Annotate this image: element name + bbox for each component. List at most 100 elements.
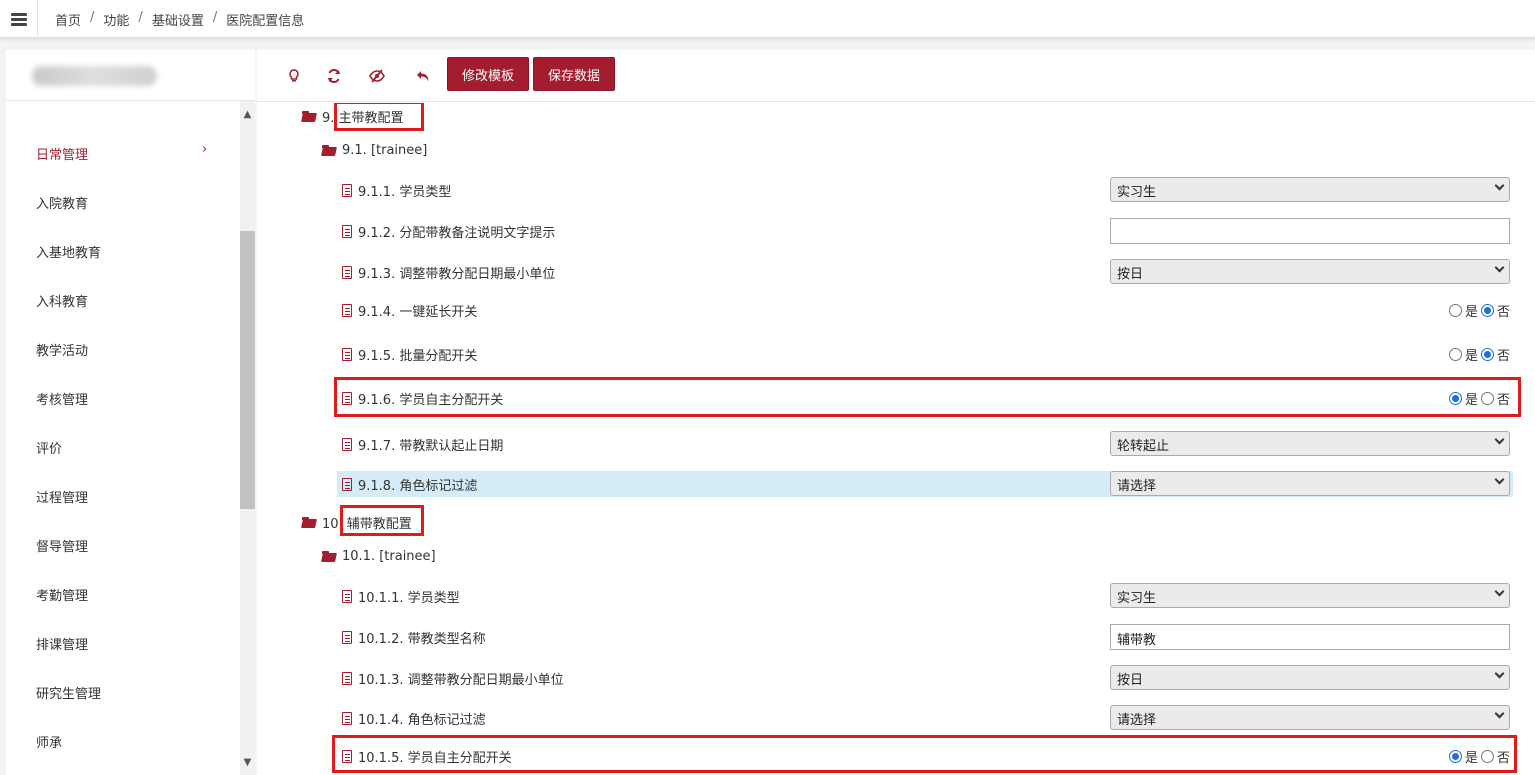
breadcrumb-home[interactable]: 首页: [55, 10, 81, 29]
logo: [32, 66, 157, 86]
role-filter-select[interactable]: 请选择: [1110, 705, 1510, 730]
date-unit-select[interactable]: 按日: [1110, 665, 1510, 690]
select-value: 实习生: [1117, 591, 1157, 606]
sidebar-item-base-education[interactable]: 入基地教育: [36, 242, 101, 261]
sidebar-item-daily-management[interactable]: 日常管理: [36, 144, 88, 163]
top-bar: 首页 / 功能 / 基础设置 / 医院配置信息: [0, 0, 1535, 38]
role-filter-select[interactable]: 请选择: [1110, 471, 1510, 496]
sidebar-item-hospital-education[interactable]: 入院教育: [36, 193, 88, 212]
file-icon: [342, 266, 352, 279]
sidebar-item-teaching-activity[interactable]: 教学活动: [36, 340, 88, 359]
config-row: 10.1.3. 调整带教分配日期最小单位 按日: [257, 665, 1535, 691]
breadcrumb-current: 医院配置信息: [226, 14, 305, 29]
chevron-down-icon: [1494, 586, 1505, 597]
default-date-select[interactable]: 轮转起止: [1110, 431, 1510, 456]
sidebar-item-mentorship[interactable]: 师承: [36, 732, 62, 751]
radio-group: 是 否: [1448, 389, 1510, 408]
config-row: 9.1.5. 批量分配开关 是 否: [257, 341, 1535, 367]
select-value: 实习生: [1117, 185, 1157, 200]
file-icon: [342, 750, 352, 763]
sidebar-item-graduate[interactable]: 研究生管理: [36, 683, 101, 702]
sidebar-item-process[interactable]: 过程管理: [36, 487, 88, 506]
config-row: 9.1.1. 学员类型 实习生: [257, 177, 1535, 203]
config-row: 9.1.4. 一键延长开关 是 否: [257, 297, 1535, 323]
config-label: 9.1.1. 学员类型: [358, 185, 452, 200]
config-label: 10.1.5. 学员自主分配开关: [358, 751, 512, 766]
folder-open-icon: [302, 517, 317, 528]
section-header[interactable]: 10. 辅带教配置: [257, 509, 1535, 535]
scroll-up-icon[interactable]: ▲: [240, 107, 255, 121]
sidebar-item-supervision[interactable]: 督导管理: [36, 536, 88, 555]
file-icon: [342, 225, 352, 238]
config-label: 10.1.2. 带教类型名称: [358, 632, 486, 647]
breadcrumb: 首页 / 功能 / 基础设置 / 医院配置信息: [55, 10, 304, 29]
group-title: 10.1. [trainee]: [342, 549, 436, 564]
radio-no[interactable]: [1480, 750, 1494, 763]
chevron-down-icon: [1494, 668, 1505, 679]
lightbulb-icon[interactable]: [284, 66, 304, 86]
select-value: 按日: [1117, 267, 1144, 282]
config-label: 9.1.4. 一键延长开关: [358, 305, 478, 320]
scroll-down-icon[interactable]: ▼: [240, 755, 255, 769]
config-row: 9.1.2. 分配带教备注说明文字提示: [257, 218, 1535, 244]
section-title: 9. 主带教配置: [322, 111, 404, 126]
breadcrumb-basic-settings[interactable]: 基础设置: [152, 10, 204, 29]
sidebar-item-attendance[interactable]: 考勤管理: [36, 585, 88, 604]
config-row: 10.1.1. 学员类型 实习生: [257, 583, 1535, 609]
main-panel: 修改模板 保存数据 9. 主带教配置 9.1. [trainee] 9.1.1.…: [257, 50, 1535, 775]
sidebar-item-evaluation[interactable]: 评价: [36, 438, 62, 457]
chevron-down-icon: [1494, 180, 1505, 191]
file-icon: [342, 672, 352, 685]
radio-yes[interactable]: [1448, 750, 1462, 763]
date-unit-select[interactable]: 按日: [1110, 259, 1510, 284]
file-icon: [342, 348, 352, 361]
radio-no[interactable]: [1480, 392, 1494, 405]
chevron-down-icon: [1494, 262, 1505, 273]
config-row-highlighted: 9.1.8. 角色标记过滤 请选择: [337, 471, 1513, 497]
radio-yes[interactable]: [1448, 392, 1462, 405]
radio-no[interactable]: [1480, 348, 1494, 361]
edit-template-button[interactable]: 修改模板: [447, 57, 529, 91]
group-header[interactable]: 9.1. [trainee]: [257, 139, 1535, 165]
section-header[interactable]: 9. 主带教配置: [257, 103, 1535, 129]
radio-yes[interactable]: [1448, 348, 1462, 361]
config-label: 9.1.7. 带教默认起止日期: [358, 439, 504, 454]
scroll-thumb[interactable]: [240, 231, 255, 509]
teacher-type-name-input[interactable]: 辅带教: [1110, 624, 1510, 650]
radio-group: 是 否: [1448, 345, 1510, 364]
file-icon: [342, 304, 352, 317]
sidebar-item-scheduling[interactable]: 排课管理: [36, 634, 88, 653]
chevron-down-icon: [1494, 708, 1505, 719]
section-title: 10. 辅带教配置: [322, 517, 412, 532]
select-value: 按日: [1117, 673, 1144, 688]
breadcrumb-separator: /: [138, 10, 143, 25]
note-hint-input[interactable]: [1110, 218, 1510, 244]
refresh-icon[interactable]: [324, 66, 344, 86]
file-icon: [342, 392, 352, 405]
config-label: 9.1.6. 学员自主分配开关: [358, 393, 504, 408]
trainee-type-select[interactable]: 实习生: [1110, 177, 1510, 202]
file-icon: [342, 712, 352, 725]
group-header[interactable]: 10.1. [trainee]: [257, 545, 1535, 571]
file-icon: [342, 478, 352, 491]
chevron-down-icon: [1494, 474, 1505, 485]
hamburger-menu-icon[interactable]: [0, 0, 38, 38]
breadcrumb-function[interactable]: 功能: [103, 10, 129, 29]
undo-icon[interactable]: [413, 66, 433, 86]
eye-slash-icon[interactable]: [367, 66, 387, 86]
sidebar-item-assessment[interactable]: 考核管理: [36, 389, 88, 408]
trainee-type-select[interactable]: 实习生: [1110, 583, 1510, 608]
select-value: 请选择: [1117, 479, 1157, 494]
folder-open-icon: [322, 551, 337, 562]
file-icon: [342, 631, 352, 644]
config-label: 9.1.5. 批量分配开关: [358, 349, 478, 364]
radio-group: 是 否: [1448, 301, 1510, 320]
sidebar-scrollbar[interactable]: ▲ ▼: [240, 101, 255, 775]
radio-yes[interactable]: [1448, 304, 1462, 317]
radio-no[interactable]: [1480, 304, 1494, 317]
file-icon: [342, 590, 352, 603]
folder-open-icon: [302, 111, 317, 122]
save-data-button[interactable]: 保存数据: [533, 57, 615, 91]
sidebar-item-dept-education[interactable]: 入科教育: [36, 291, 88, 310]
config-row: 9.1.7. 带教默认起止日期 轮转起止: [257, 431, 1535, 457]
